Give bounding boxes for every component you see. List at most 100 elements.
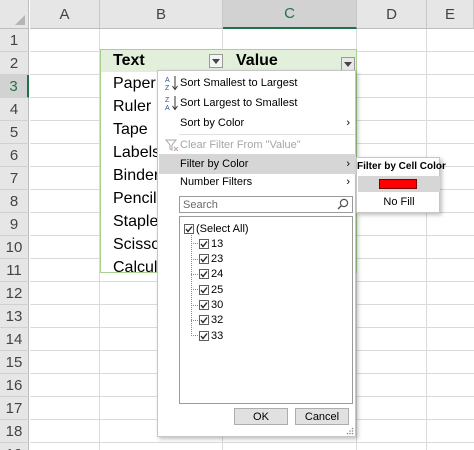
- row-header-1[interactable]: 1: [0, 29, 29, 52]
- row-header-12[interactable]: 12: [0, 282, 29, 305]
- filter-value-label: 33: [211, 329, 224, 342]
- ok-button[interactable]: OK: [234, 408, 288, 425]
- row-header-15[interactable]: 15: [0, 351, 29, 374]
- select-all-corner[interactable]: [0, 0, 29, 29]
- filter-value-item[interactable]: 24: [199, 267, 223, 282]
- tree-line: [191, 243, 198, 245]
- column-header-d[interactable]: D: [357, 0, 427, 29]
- row-header-7[interactable]: 7: [0, 167, 29, 190]
- table-cell-text[interactable]: Binder: [100, 164, 158, 187]
- svg-text:A: A: [165, 105, 170, 111]
- filter-value-item[interactable]: 32: [199, 313, 223, 328]
- row-header-9[interactable]: 9: [0, 213, 29, 236]
- table-cell-text[interactable]: Paper: [100, 72, 158, 95]
- filter-value-item[interactable]: 23: [199, 252, 223, 267]
- sort-ascending-label: Sort Smallest to Largest: [180, 77, 298, 89]
- table-cell-text[interactable]: Labels: [100, 141, 158, 164]
- filter-dropdown-button-value[interactable]: [341, 57, 355, 71]
- svg-text:Z: Z: [165, 85, 170, 91]
- checkbox-checked-icon[interactable]: [199, 330, 209, 341]
- filter-values-list[interactable]: (Select All) 13 23 24 25 30 32 33: [179, 216, 353, 404]
- checkbox-checked-icon[interactable]: [199, 238, 209, 249]
- filter-value-label: (Select All): [196, 222, 249, 235]
- table-cell-text[interactable]: Scissors: [100, 233, 158, 256]
- column-header-b[interactable]: B: [100, 0, 223, 29]
- checkbox-checked-icon[interactable]: [184, 223, 194, 234]
- svg-text:A: A: [165, 77, 170, 84]
- row-header-19[interactable]: 19: [0, 443, 29, 450]
- row-gridline: [30, 442, 474, 443]
- table-cell-text[interactable]: Ruler: [100, 95, 158, 118]
- table-cell-text[interactable]: Tape: [100, 118, 158, 141]
- tree-line: [191, 273, 198, 275]
- clear-filter-label: Clear Filter From "Value": [180, 139, 301, 151]
- row-header-18[interactable]: 18: [0, 420, 29, 443]
- tree-line: [191, 289, 198, 291]
- table-header-value: Value: [223, 49, 357, 72]
- table-cell-text[interactable]: Pencil: [100, 187, 158, 210]
- autofilter-menu: A Z Sort Smallest to Largest Z A Sort La…: [157, 70, 356, 437]
- row-header-17[interactable]: 17: [0, 397, 29, 420]
- search-icon: [337, 198, 349, 210]
- column-header-a[interactable]: A: [30, 0, 100, 29]
- number-filters-label: Number Filters: [180, 176, 253, 188]
- row-header-11[interactable]: 11: [0, 259, 29, 282]
- table-header-text: Text: [100, 49, 223, 72]
- row-header-4[interactable]: 4: [0, 98, 29, 121]
- checkbox-checked-icon[interactable]: [199, 315, 209, 326]
- filter-value-item[interactable]: 30: [199, 298, 223, 313]
- checkbox-checked-icon[interactable]: [199, 269, 209, 280]
- table-cell-text[interactable]: Calculator: [100, 256, 158, 279]
- row-header-13[interactable]: 13: [0, 305, 29, 328]
- filter-dropdown-button-text[interactable]: [209, 54, 223, 68]
- row-header-14[interactable]: 14: [0, 328, 29, 351]
- red-cell-color-option[interactable]: [358, 176, 440, 192]
- chevron-down-icon: [212, 58, 220, 64]
- column-gridline: [356, 29, 357, 450]
- row-header-6[interactable]: 6: [0, 144, 29, 167]
- submenu-title: Filter by Cell Color: [357, 161, 446, 172]
- checkbox-checked-icon[interactable]: [199, 254, 209, 265]
- select-all-item[interactable]: (Select All): [184, 221, 249, 236]
- clear-filter-item[interactable]: Clear Filter From "Value": [159, 135, 356, 155]
- tree-line: [191, 335, 198, 337]
- filter-value-item[interactable]: 25: [199, 282, 223, 297]
- resize-grip-icon[interactable]: [346, 427, 354, 435]
- column-gridline: [426, 29, 427, 450]
- sort-descending-item[interactable]: Z A Sort Largest to Smallest: [159, 93, 356, 113]
- filter-by-color-submenu: Filter by Cell Color No Fill: [356, 157, 446, 213]
- tree-line: [191, 229, 192, 334]
- header-text-label: Text: [113, 51, 145, 69]
- column-header-c[interactable]: C: [223, 0, 357, 29]
- row-header-8[interactable]: 8: [0, 190, 29, 213]
- row-header-10[interactable]: 10: [0, 236, 29, 259]
- filter-value-label: 24: [211, 268, 224, 281]
- row-header-3[interactable]: 3: [0, 75, 29, 98]
- sort-ascending-item[interactable]: A Z Sort Smallest to Largest: [159, 73, 356, 93]
- search-placeholder: Search: [183, 198, 218, 211]
- no-fill-option[interactable]: No Fill: [357, 196, 441, 208]
- row-header-5[interactable]: 5: [0, 121, 29, 144]
- row-header-16[interactable]: 16: [0, 374, 29, 397]
- sort-descending-label: Sort Largest to Smallest: [180, 97, 298, 109]
- checkbox-checked-icon[interactable]: [199, 300, 209, 310]
- filter-value-item[interactable]: 33: [199, 328, 223, 343]
- row-header-2[interactable]: 2: [0, 52, 29, 75]
- filter-by-color-item[interactable]: Filter by Color ›: [159, 154, 356, 174]
- sort-by-color-item[interactable]: Sort by Color ›: [159, 113, 356, 133]
- tree-line: [191, 304, 198, 306]
- checkbox-checked-icon[interactable]: [199, 284, 209, 295]
- tree-line: [191, 258, 198, 260]
- filter-value-label: 25: [211, 283, 224, 296]
- filter-value-label: 30: [211, 299, 224, 311]
- filter-value-label: 32: [211, 314, 224, 327]
- svg-text:Z: Z: [165, 97, 170, 104]
- filter-search-box[interactable]: Search: [179, 196, 353, 213]
- filter-value-item[interactable]: 13: [199, 236, 223, 251]
- number-filters-item[interactable]: Number Filters ›: [159, 172, 356, 192]
- table-cell-text[interactable]: Stapler: [100, 210, 158, 233]
- tree-line: [191, 319, 198, 321]
- filter-by-color-label: Filter by Color: [180, 158, 249, 170]
- cancel-button[interactable]: Cancel: [295, 408, 349, 425]
- column-header-e[interactable]: E: [427, 0, 474, 29]
